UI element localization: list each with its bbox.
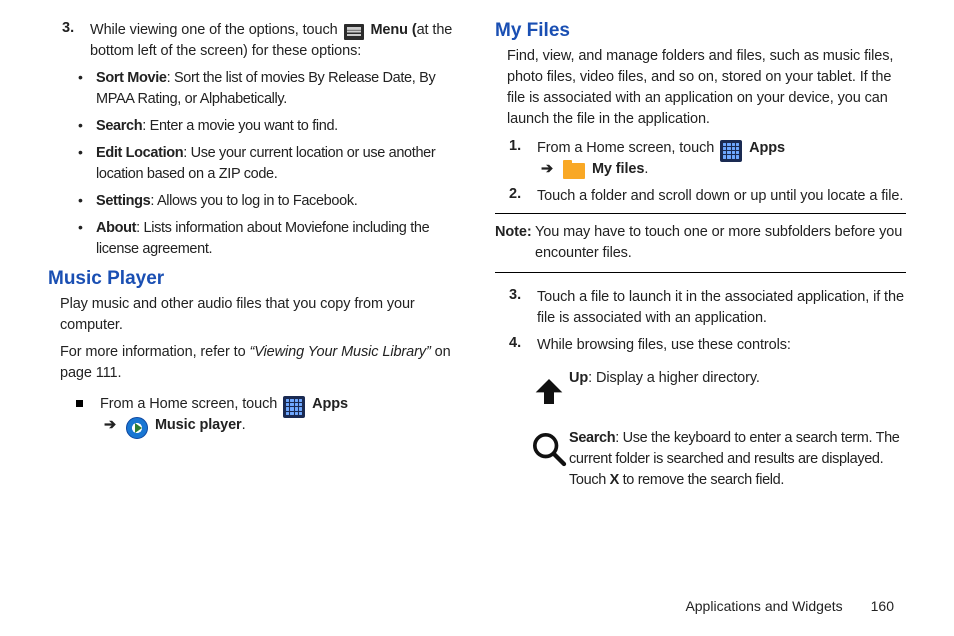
step-number: 1. [509, 138, 537, 180]
my-files-intro: Find, view, and manage folders and files… [507, 46, 906, 130]
option-text: Search: Enter a movie you want to find. [96, 116, 459, 137]
apps-label: Apps [312, 396, 348, 412]
footer-section: Applications and Widgets [685, 598, 842, 614]
folder-icon [563, 163, 585, 179]
text: From a Home screen, touch [537, 140, 718, 156]
desc: : Enter a movie you want to find. [142, 118, 338, 134]
music-step: From a Home screen, touch Apps ➔ Music p… [76, 394, 459, 436]
control-text: Search: Use the keyboard to enter a sear… [569, 428, 906, 491]
music-player-icon [126, 417, 148, 439]
option-text: Edit Location: Use your current location… [96, 143, 459, 185]
text: From a Home screen, touch [100, 396, 281, 412]
step-body: Touch a folder and scroll down or up unt… [537, 186, 906, 207]
step-number: 4. [509, 335, 537, 356]
arrow-icon: ➔ [104, 417, 116, 433]
up-icon [529, 368, 569, 414]
my-files-heading: My Files [495, 20, 906, 42]
label: Up [569, 370, 588, 386]
label: Search [96, 118, 142, 134]
page-footer: Applications and Widgets 160 [685, 598, 894, 614]
option-settings: • Settings: Allows you to log in to Face… [78, 191, 459, 212]
control-up: Up: Display a higher directory. [529, 368, 906, 414]
menu-icon [344, 24, 364, 40]
label: Sort Movie [96, 70, 167, 86]
control-text: Up: Display a higher directory. [569, 368, 906, 414]
bullet-icon: • [78, 143, 96, 185]
desc: : Display a higher directory. [588, 370, 760, 386]
step-3b: 3. Touch a file to launch it in the asso… [509, 287, 906, 329]
search-icon [529, 428, 569, 491]
label: Edit Location [96, 145, 183, 161]
label: Settings [96, 193, 150, 209]
control-search: Search: Use the keyboard to enter a sear… [529, 428, 906, 491]
apps-label: Apps [749, 140, 785, 156]
text: For more information, refer to [60, 344, 250, 360]
option-about: • About: Lists information about Moviefo… [78, 218, 459, 260]
step-number: 3. [509, 287, 537, 329]
text: While viewing one of the options, touch [90, 22, 342, 38]
step-3: 3. While viewing one of the options, tou… [62, 20, 459, 62]
x-label: X [610, 472, 619, 488]
step-number: 3. [62, 20, 90, 62]
right-column: My Files Find, view, and manage folders … [495, 20, 906, 505]
step-body: While browsing files, use these controls… [537, 335, 906, 356]
step-number: 2. [509, 186, 537, 207]
step-body: Touch a file to launch it in the associa… [537, 287, 906, 329]
option-sort-movie: • Sort Movie: Sort the list of movies By… [78, 68, 459, 110]
square-bullet [76, 394, 100, 436]
step-2: 2. Touch a folder and scroll down or up … [509, 186, 906, 207]
note-label: Note: [495, 222, 535, 264]
arrow-icon: ➔ [541, 161, 553, 177]
desc: : Lists information about Moviefone incl… [96, 220, 429, 257]
music-intro: Play music and other audio files that yo… [60, 294, 459, 336]
step-body: From a Home screen, touch Apps ➔ Music p… [100, 394, 459, 436]
bullet-icon: • [78, 68, 96, 110]
option-edit-location: • Edit Location: Use your current locati… [78, 143, 459, 185]
label: Search [569, 430, 615, 446]
menu-label: Menu ( [370, 22, 416, 38]
apps-icon [283, 396, 305, 418]
my-files-label: My files [592, 161, 644, 177]
dot: . [644, 161, 648, 177]
left-column: 3. While viewing one of the options, tou… [48, 20, 459, 505]
note-block: Note: You may have to touch one or more … [495, 213, 906, 273]
music-player-label: Music player [155, 417, 242, 433]
desc2: to remove the search field. [619, 472, 784, 488]
footer-page: 160 [871, 598, 894, 614]
bullet-icon: • [78, 218, 96, 260]
step-4: 4. While browsing files, use these contr… [509, 335, 906, 356]
music-player-heading: Music Player [48, 268, 459, 290]
label: About [96, 220, 136, 236]
note-text: You may have to touch one or more subfol… [535, 222, 906, 264]
option-text: Settings: Allows you to log in to Facebo… [96, 191, 459, 212]
bullet-icon: • [78, 116, 96, 137]
option-text: About: Lists information about Moviefone… [96, 218, 459, 260]
step-body: While viewing one of the options, touch … [90, 20, 459, 62]
ref-title: “Viewing Your Music Library” [250, 344, 431, 360]
option-text: Sort Movie: Sort the list of movies By R… [96, 68, 459, 110]
music-ref: For more information, refer to “Viewing … [60, 342, 459, 384]
step-body: From a Home screen, touch Apps ➔ My file… [537, 138, 906, 180]
step-1: 1. From a Home screen, touch Apps ➔ My f… [509, 138, 906, 180]
bullet-icon: • [78, 191, 96, 212]
option-search: • Search: Enter a movie you want to find… [78, 116, 459, 137]
desc: : Allows you to log in to Facebook. [150, 193, 357, 209]
apps-icon [720, 140, 742, 162]
